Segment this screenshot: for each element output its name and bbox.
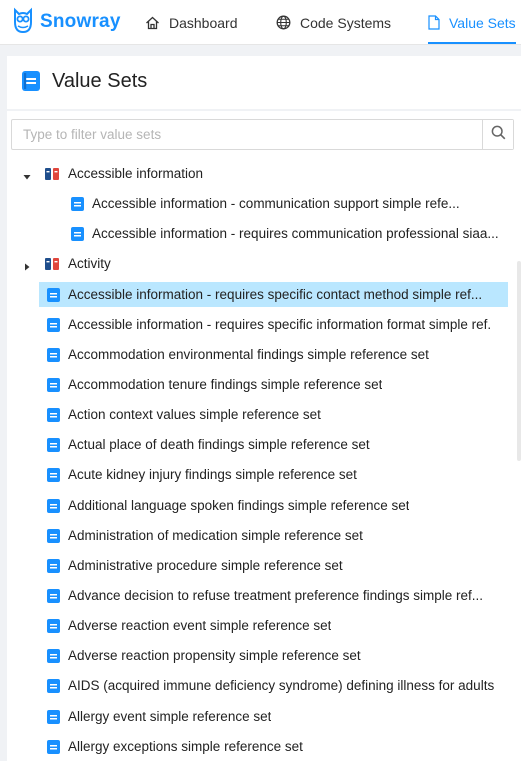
nav-code-systems[interactable]: Code Systems	[276, 0, 391, 45]
tree-item[interactable]: Accessible information - communication s…	[7, 189, 521, 219]
value-set-icon	[46, 558, 61, 579]
tree-item-label: Adverse reaction event simple reference …	[68, 618, 332, 634]
tree-item[interactable]: AIDS (acquired immune deficiency syndrom…	[7, 671, 521, 701]
tree-item-label: Actual place of death findings simple re…	[68, 437, 370, 453]
tree-item[interactable]: Allergy exceptions simple reference set	[7, 732, 521, 761]
tree-item-label: Action context values simple reference s…	[68, 407, 321, 423]
value-set-icon	[46, 437, 61, 458]
folder-icon	[44, 256, 62, 277]
scrollbar[interactable]	[517, 261, 521, 461]
tree-item[interactable]: Accessible information - requires commun…	[7, 219, 521, 249]
value-set-icon	[46, 678, 61, 699]
brand[interactable]: Snowray	[12, 6, 121, 38]
nav-dashboard-label: Dashboard	[169, 14, 238, 31]
home-icon	[145, 16, 160, 30]
tree-group[interactable]: Activity	[7, 249, 521, 279]
tree-item-selected[interactable]: Accessible information - requires specif…	[7, 280, 521, 310]
tree-item-label: Advance decision to refuse treatment pre…	[68, 587, 483, 603]
tree-group-label: Accessible information	[68, 166, 204, 181]
tree-group-label: Activity	[68, 256, 111, 272]
value-set-icon	[46, 347, 61, 368]
value-set-icon	[46, 467, 61, 488]
value-set-icon	[46, 377, 61, 398]
value-set-tree: Accessible information Accessible inform…	[7, 159, 521, 761]
value-set-icon	[46, 317, 61, 338]
tree-group[interactable]: Accessible information	[7, 159, 521, 189]
brand-name: Snowray	[40, 11, 121, 32]
value-set-icon	[46, 709, 61, 730]
tree-item-label: Accessible information - requires specif…	[68, 286, 483, 302]
value-set-icon	[21, 70, 41, 97]
nav-value-sets-label: Value Sets	[449, 14, 516, 31]
search-button[interactable]	[482, 120, 513, 149]
value-set-icon	[46, 528, 61, 549]
value-set-icon	[46, 498, 61, 519]
page-header: Value Sets	[7, 56, 521, 109]
tree-item-label: Adverse reaction propensity simple refer…	[68, 648, 361, 664]
tree-item[interactable]: Action context values simple reference s…	[7, 400, 521, 430]
value-sets-panel: Accessible information Accessible inform…	[7, 111, 521, 761]
tree-item[interactable]: Advance decision to refuse treatment pre…	[7, 581, 521, 611]
tree-item[interactable]: Acute kidney injury findings simple refe…	[7, 460, 521, 490]
tree-item-label: Allergy event simple reference set	[68, 708, 272, 724]
tree-item[interactable]: Administrative procedure simple referenc…	[7, 551, 521, 581]
tree-item[interactable]: Administration of medication simple refe…	[7, 521, 521, 551]
value-set-icon	[46, 739, 61, 760]
tree-item-label: Accommodation tenure findings simple ref…	[68, 376, 383, 392]
caret-right-icon[interactable]	[22, 259, 32, 271]
tree-item[interactable]: Actual place of death findings simple re…	[7, 430, 521, 460]
file-icon	[428, 15, 440, 30]
tree-item[interactable]: Adverse reaction event simple reference …	[7, 611, 521, 641]
value-set-icon	[46, 287, 61, 308]
tree-item-label: Accessible information - requires commun…	[92, 226, 499, 242]
search-input[interactable]	[12, 120, 482, 149]
tree-item-label: Administration of medication simple refe…	[68, 527, 363, 543]
folder-icon	[44, 166, 62, 187]
value-set-icon	[46, 588, 61, 609]
tree-item-label: Accessible information - communication s…	[92, 196, 460, 212]
tree-item[interactable]: Accessible information - requires specif…	[7, 310, 521, 340]
tree-item-label: Administrative procedure simple referenc…	[68, 557, 343, 573]
tree-item-label: Accessible information - requires specif…	[68, 316, 492, 332]
value-set-icon	[46, 618, 61, 639]
value-set-icon	[70, 226, 85, 247]
search-box	[11, 119, 514, 150]
tree-item-label: Acute kidney injury findings simple refe…	[68, 467, 357, 483]
nav-value-sets[interactable]: Value Sets	[428, 0, 516, 45]
globe-icon	[276, 15, 291, 30]
value-set-icon	[46, 407, 61, 428]
tree-item[interactable]: Accommodation tenure findings simple ref…	[7, 370, 521, 400]
tree-item-label: AIDS (acquired immune deficiency syndrom…	[68, 678, 495, 694]
tree-item[interactable]: Allergy event simple reference set	[7, 702, 521, 732]
active-tab-indicator	[428, 42, 516, 44]
page-title: Value Sets	[52, 70, 148, 92]
tree-item-label: Additional language spoken findings simp…	[68, 497, 410, 513]
tree-item[interactable]: Additional language spoken findings simp…	[7, 491, 521, 521]
tree-item[interactable]: Accommodation environmental findings sim…	[7, 340, 521, 370]
top-navigation: Snowray Dashboard Code Systems Value Set…	[0, 0, 521, 45]
tree-item[interactable]: Adverse reaction propensity simple refer…	[7, 641, 521, 671]
caret-down-icon[interactable]	[22, 169, 32, 180]
value-set-icon	[46, 648, 61, 669]
tree-item-label: Allergy exceptions simple reference set	[68, 738, 303, 754]
tree-items-list: Accessible information - requires specif…	[7, 280, 521, 761]
owl-logo-icon	[12, 6, 34, 39]
tree-item-label: Accommodation environmental findings sim…	[68, 346, 429, 362]
value-set-icon	[70, 196, 85, 217]
search-icon	[491, 125, 506, 145]
nav-dashboard[interactable]: Dashboard	[145, 0, 238, 45]
nav-code-systems-label: Code Systems	[300, 14, 392, 31]
